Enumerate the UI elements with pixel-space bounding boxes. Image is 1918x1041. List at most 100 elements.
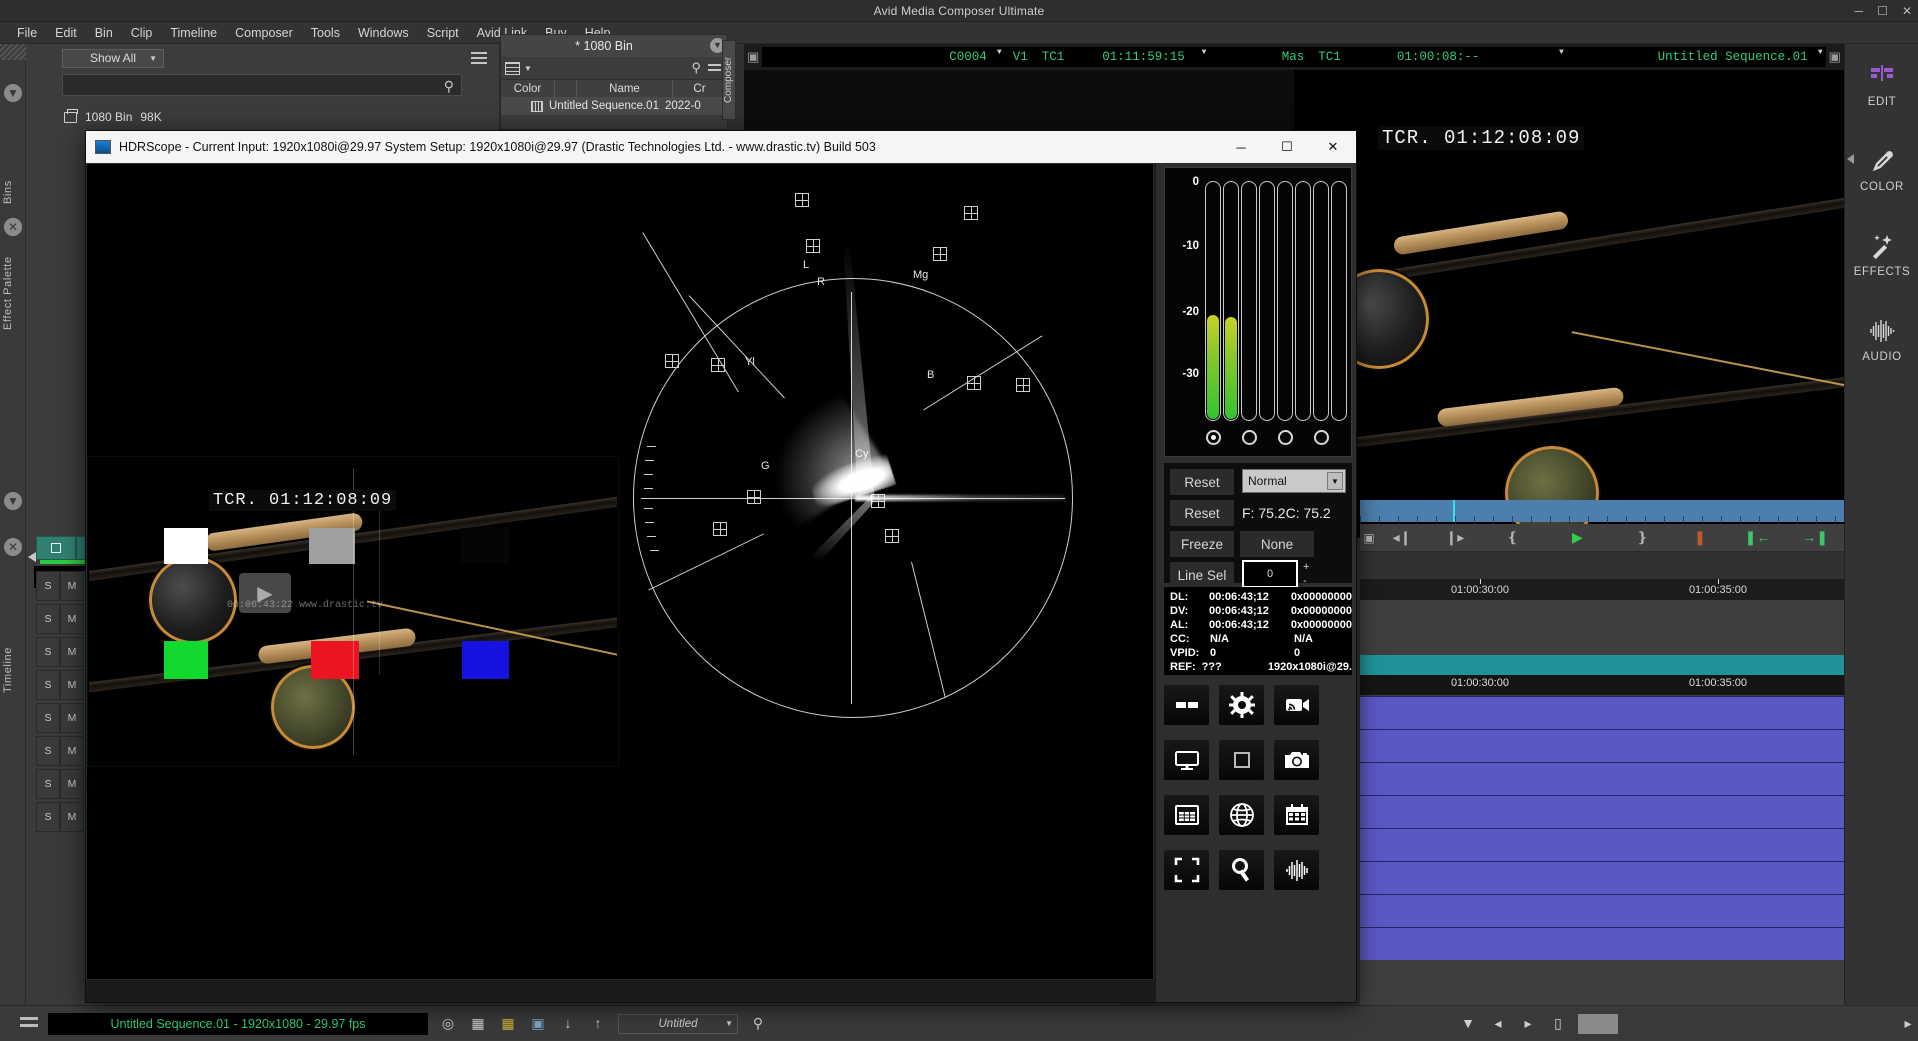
avid-minimize-button[interactable]: ─	[1855, 4, 1864, 18]
project-menu-icon[interactable]	[471, 52, 487, 64]
timeline-audio-clip[interactable]	[1360, 696, 1844, 729]
table-row[interactable]: Untitled Sequence.01 2022-0	[501, 97, 727, 115]
transport-button-4[interactable]: ❵	[1613, 529, 1671, 546]
video-monitor-toggle[interactable]	[36, 536, 76, 560]
reset-button-1[interactable]: Reset	[1170, 469, 1234, 495]
record-film-icon[interactable]: ▣	[1826, 49, 1844, 65]
monitor-icon[interactable]: ▣	[528, 1015, 548, 1033]
mute-button-a6[interactable]: M	[60, 736, 84, 766]
table-icon[interactable]	[1164, 795, 1209, 835]
audio-meter-group-led-2[interactable]	[1242, 430, 1257, 445]
timeline-video-clip[interactable]	[1360, 655, 1844, 675]
more-icon[interactable]: ▸	[1898, 1015, 1918, 1033]
mute-button-a5[interactable]: M	[60, 703, 84, 733]
vectorscope[interactable]: L R Mg Yl B G Cy	[623, 164, 1153, 979]
column-created[interactable]: Cr	[673, 79, 727, 98]
line-sel-minus[interactable]: -	[1303, 576, 1307, 587]
composer-film-icon[interactable]: ▣	[744, 49, 762, 65]
menu-item-bin[interactable]: Bin	[86, 24, 122, 42]
color-icon[interactable]: ▦	[498, 1015, 518, 1033]
solo-button-a1[interactable]: S	[36, 571, 60, 601]
timeline-audio-clip[interactable]	[1360, 861, 1844, 894]
source-timecode-field[interactable]: V1 TC1 01:11:59:15 ▼	[1004, 47, 1210, 67]
layout-icon[interactable]: ▦	[468, 1015, 488, 1033]
fullscreen-icon[interactable]	[1164, 850, 1209, 890]
chevron-down-icon[interactable]: ▼	[1202, 48, 1207, 57]
stream-camera-icon[interactable]	[1274, 685, 1319, 725]
menu-item-file[interactable]: File	[8, 24, 46, 42]
rail-dropdown-icon-2[interactable]: ▼	[4, 492, 22, 510]
hdrscope-minimize-button[interactable]: ─	[1218, 131, 1264, 163]
chevron-down-icon[interactable]: ▼	[1559, 48, 1564, 57]
up-arrow-icon[interactable]: ↑	[588, 1015, 608, 1033]
bin-view-icon[interactable]	[505, 61, 520, 75]
record-monitor[interactable]: TCR. 01:12:08:09	[1294, 70, 1844, 538]
calendar-icon[interactable]	[1274, 795, 1319, 835]
globe-icon[interactable]	[1219, 795, 1264, 835]
line-sel-button[interactable]: Line Sel	[1170, 562, 1234, 588]
audio-meter-group-led-1[interactable]	[1206, 430, 1221, 445]
mute-button-a4[interactable]: M	[60, 670, 84, 700]
timeline-audio-clip[interactable]	[1360, 795, 1844, 828]
rail-grip[interactable]	[0, 44, 26, 60]
rail-label-effect-palette[interactable]: Effect Palette	[2, 252, 24, 334]
timeline-audio-clip[interactable]	[1360, 828, 1844, 861]
search-icon[interactable]: ⚲	[748, 1015, 768, 1033]
transport-button-1[interactable]: ❙▸	[1426, 529, 1484, 546]
magnifier-icon[interactable]	[1219, 850, 1264, 890]
camera-icon[interactable]	[1274, 740, 1319, 780]
avid-close-button[interactable]: ✕	[1902, 4, 1912, 18]
menu-item-composer[interactable]: Composer	[226, 24, 302, 42]
solo-button-a3[interactable]: S	[36, 637, 60, 667]
transport-button-2[interactable]: ❴	[1484, 529, 1542, 546]
project-search-input[interactable]: ⚲	[62, 74, 462, 96]
list-item[interactable]: 1080 Bin 98K	[52, 106, 499, 128]
column-name[interactable]: Name	[577, 79, 673, 98]
tab-edit[interactable]: EDIT	[1845, 62, 1918, 108]
line-sel-input[interactable]: 0	[1242, 560, 1298, 588]
solo-button-a6[interactable]: S	[36, 736, 60, 766]
rail-label-bins[interactable]: Bins	[2, 172, 24, 212]
tab-audio[interactable]: AUDIO	[1845, 317, 1918, 363]
record-sequence-field[interactable]: Untitled Sequence.01 ▼	[1566, 47, 1826, 67]
tab-effects[interactable]: EFFECTS	[1845, 232, 1918, 278]
timeline-audio-clip[interactable]	[1360, 927, 1844, 960]
menu-item-edit[interactable]: Edit	[46, 24, 86, 42]
transport-film-icon[interactable]: ▣	[1360, 531, 1378, 545]
split-view-icon[interactable]	[1164, 685, 1209, 725]
solo-button-a2[interactable]: S	[36, 604, 60, 634]
chevron-down-icon[interactable]: ▼	[524, 64, 532, 73]
hdrscope-maximize-button[interactable]: ☐	[1264, 131, 1310, 163]
mute-button-a7[interactable]: M	[60, 769, 84, 799]
solo-button-a4[interactable]: S	[36, 670, 60, 700]
transport-button-7[interactable]: →❚	[1786, 529, 1844, 546]
timeline-audio-clip[interactable]	[1360, 894, 1844, 927]
freeze-button[interactable]: Freeze	[1170, 531, 1234, 557]
page-icon[interactable]: ▯	[1548, 1015, 1568, 1033]
project-filter-select[interactable]: Show All ▼	[62, 48, 164, 68]
prev-icon[interactable]: ◂	[1488, 1015, 1508, 1033]
rail-label-timeline[interactable]: Timeline	[2, 640, 24, 700]
hdrscope-close-button[interactable]: ✕	[1310, 131, 1356, 163]
menu-item-timeline[interactable]: Timeline	[161, 24, 226, 42]
transport-button-0[interactable]: ◂❙	[1378, 529, 1426, 546]
statusbar-swatch[interactable]	[1578, 1013, 1618, 1034]
square-icon[interactable]	[1219, 740, 1264, 780]
down-arrow-icon[interactable]: ↓	[558, 1015, 578, 1033]
mute-button-a1[interactable]: M	[60, 571, 84, 601]
transport-button-5[interactable]: ❚	[1671, 529, 1729, 546]
timeline-audio-clip[interactable]	[1360, 762, 1844, 795]
source-clip-name-field[interactable]: C0004 ▼	[762, 47, 1005, 67]
settings-gear-icon[interactable]	[1219, 685, 1264, 725]
menu-item-script[interactable]: Script	[418, 24, 468, 42]
monitor-icon[interactable]	[1164, 740, 1209, 780]
mute-button-a2[interactable]: M	[60, 604, 84, 634]
reset-button-2[interactable]: Reset	[1170, 500, 1234, 526]
column-color[interactable]: Color	[501, 79, 555, 98]
record-icon[interactable]: ◎	[438, 1015, 458, 1033]
menu-item-tools[interactable]: Tools	[302, 24, 349, 42]
hdrscope-video-preview[interactable]: ▶ 00:06:43:22 www.drastic.tv TCR. 01:12:…	[87, 456, 619, 767]
statusbar-menu-icon[interactable]	[20, 1016, 38, 1031]
rail-close-icon-3[interactable]: ✕	[4, 538, 22, 556]
master-timecode-field[interactable]: Mas TC1 01:00:08:-- ▼	[1273, 47, 1567, 67]
